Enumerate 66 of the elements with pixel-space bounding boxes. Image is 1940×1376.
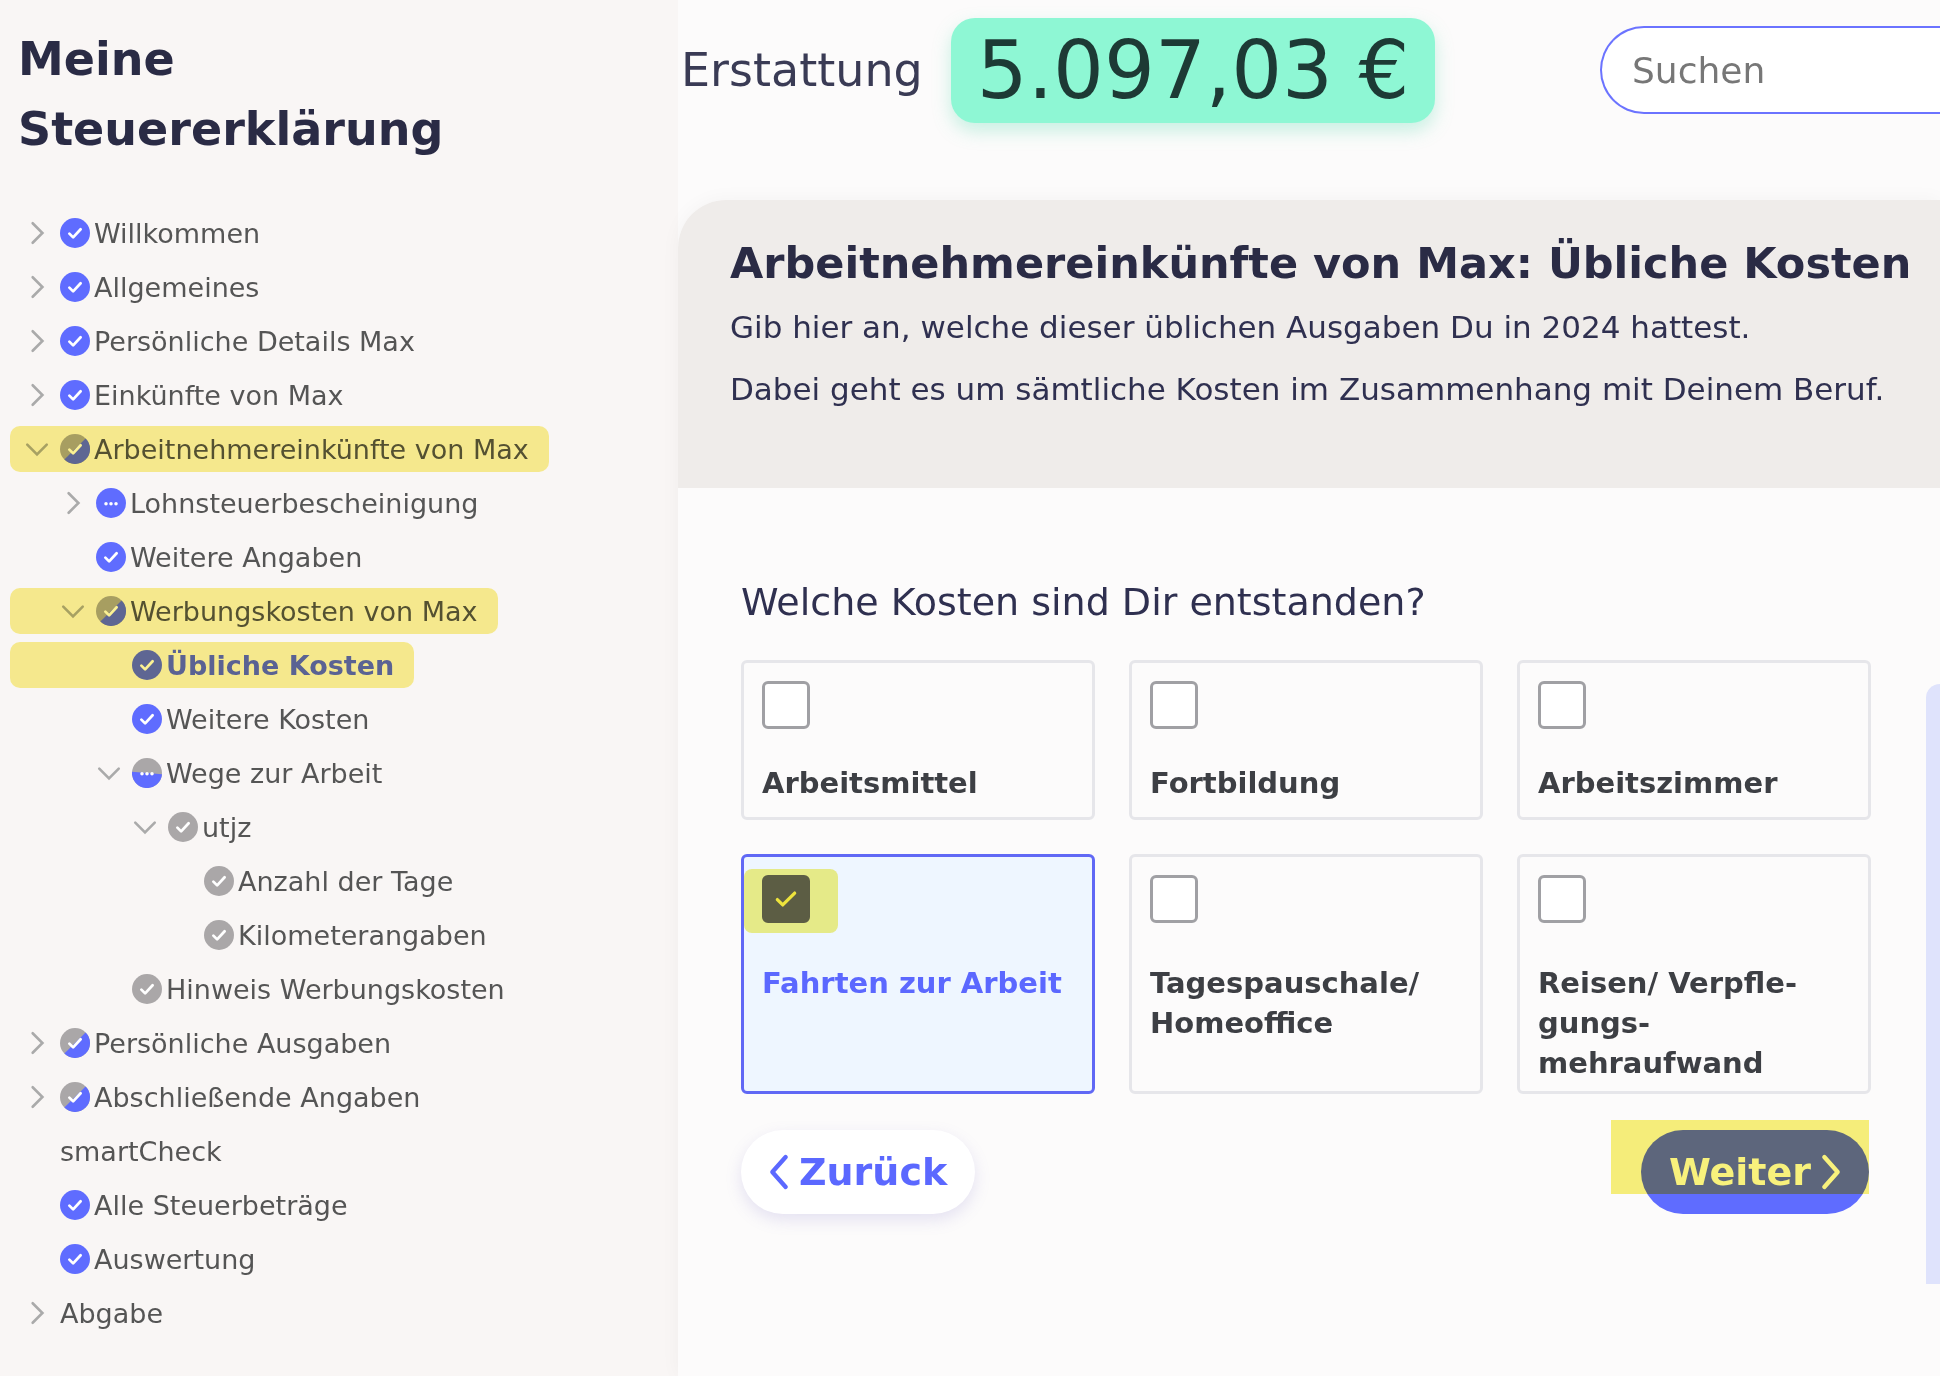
check-circle-icon — [168, 812, 198, 842]
intro-text: Dabei geht es um sämtliche Kosten im Zusammenhang mit Deinem Beruf. — [730, 370, 1886, 409]
sidebar-item[interactable]: Hinweis Werbungskosten — [166, 973, 505, 1005]
back-button[interactable]: Zurück — [741, 1130, 976, 1214]
checkbox[interactable] — [762, 681, 810, 729]
option-label: Arbeitszimmer — [1538, 765, 1779, 802]
sidebar-item[interactable]: Einkünfte von Max — [94, 379, 344, 411]
sidebar-item[interactable]: utjz — [202, 811, 252, 843]
checkbox[interactable] — [1150, 681, 1198, 729]
option-card[interactable]: Reisen/ Verpfle-gungs-mehraufwand — [1517, 854, 1871, 1094]
sidebar-item[interactable]: Werbungskosten von Max — [130, 595, 478, 627]
refund-label: Erstattung — [681, 43, 923, 97]
check-circle-icon — [60, 380, 90, 410]
sidebar-item[interactable]: Lohnsteuerbescheinigung — [130, 487, 479, 519]
sidebar-item[interactable]: Weitere Angaben — [130, 541, 363, 573]
check-circle-icon — [132, 650, 162, 680]
sidebar-item[interactable]: Abschließende Angaben — [94, 1081, 421, 1113]
sidebar-item[interactable]: Persönliche Details Max — [94, 325, 415, 357]
sidebar-item[interactable]: Auswertung — [94, 1243, 256, 1275]
sidebar-item[interactable]: Übliche Kosten — [166, 649, 395, 681]
option-label: Tagespauschale/ Homeoffice — [1150, 965, 1421, 1042]
sidebar-item[interactable]: Arbeitnehmereinkünfte von Max — [94, 433, 529, 465]
option-card[interactable]: Arbeitsmittel — [741, 660, 1095, 820]
sidebar-item[interactable]: Kilometerangaben — [238, 919, 487, 951]
dots-circle-icon — [96, 488, 126, 518]
sidebar-item[interactable]: Willkommen — [94, 217, 261, 249]
sidebar-item[interactable]: Allgemeines — [94, 271, 260, 303]
check-circle-icon — [132, 974, 162, 1004]
option-label: Fortbildung — [1150, 765, 1342, 802]
check-circle-icon — [60, 1244, 90, 1274]
checkbox[interactable] — [1538, 681, 1586, 729]
option-card[interactable]: Arbeitszimmer — [1517, 660, 1871, 820]
intro-text: Gib hier an, welche dieser üblichen Ausgaben Du in 2024 hattest. — [730, 308, 1752, 347]
option-label: Arbeitsmittel — [762, 765, 979, 802]
option-card[interactable]: Tagespauschale/ Homeoffice — [1129, 854, 1483, 1094]
option-card[interactable]: Fahrten zur Arbeit — [741, 854, 1095, 1094]
sidebar-item[interactable]: Weitere Kosten — [166, 703, 370, 735]
sidebar-item[interactable]: Wege zur Arbeit — [166, 757, 383, 789]
check-circle-icon — [60, 434, 90, 464]
check-circle-icon — [60, 1082, 90, 1112]
sidebar-item[interactable]: smartCheck — [60, 1135, 222, 1167]
check-circle-icon — [60, 1190, 90, 1220]
sidebar-title: Meine Steuererklärung — [18, 31, 438, 158]
check-circle-icon — [132, 704, 162, 734]
sidebar-item[interactable]: Abgabe — [60, 1297, 164, 1329]
check-circle-icon — [60, 272, 90, 302]
check-circle-icon — [60, 218, 90, 248]
option-card[interactable]: Fortbildung — [1129, 660, 1483, 820]
checkbox[interactable] — [1150, 875, 1198, 923]
checkbox[interactable] — [1538, 875, 1586, 923]
sidebar-item[interactable]: Anzahl der Tage — [238, 865, 454, 897]
search-field[interactable]: Suchen — [1600, 26, 1940, 114]
sidebar-item[interactable]: Alle Steuerbeträge — [94, 1189, 348, 1221]
dots-circle-icon — [132, 758, 162, 788]
check-circle-icon — [60, 326, 90, 356]
check-circle-icon — [60, 1028, 90, 1058]
page-title: Arbeitnehmereinkünfte von Max: Übliche Kosten — [730, 238, 1910, 288]
check-circle-icon — [204, 866, 234, 896]
check-circle-icon — [96, 542, 126, 572]
check-circle-icon — [96, 596, 126, 626]
question-text: Welche Kosten sind Dir entstanden? — [741, 580, 1427, 624]
option-label: Reisen/ Verpfle-gungs-mehraufwand — [1538, 965, 1798, 1082]
sidebar-item[interactable]: Persönliche Ausgaben — [94, 1027, 392, 1059]
check-circle-icon — [204, 920, 234, 950]
refund-amount: 5.097,03 € — [950, 17, 1436, 123]
option-label: Fahrten zur Arbeit — [762, 965, 1062, 1002]
